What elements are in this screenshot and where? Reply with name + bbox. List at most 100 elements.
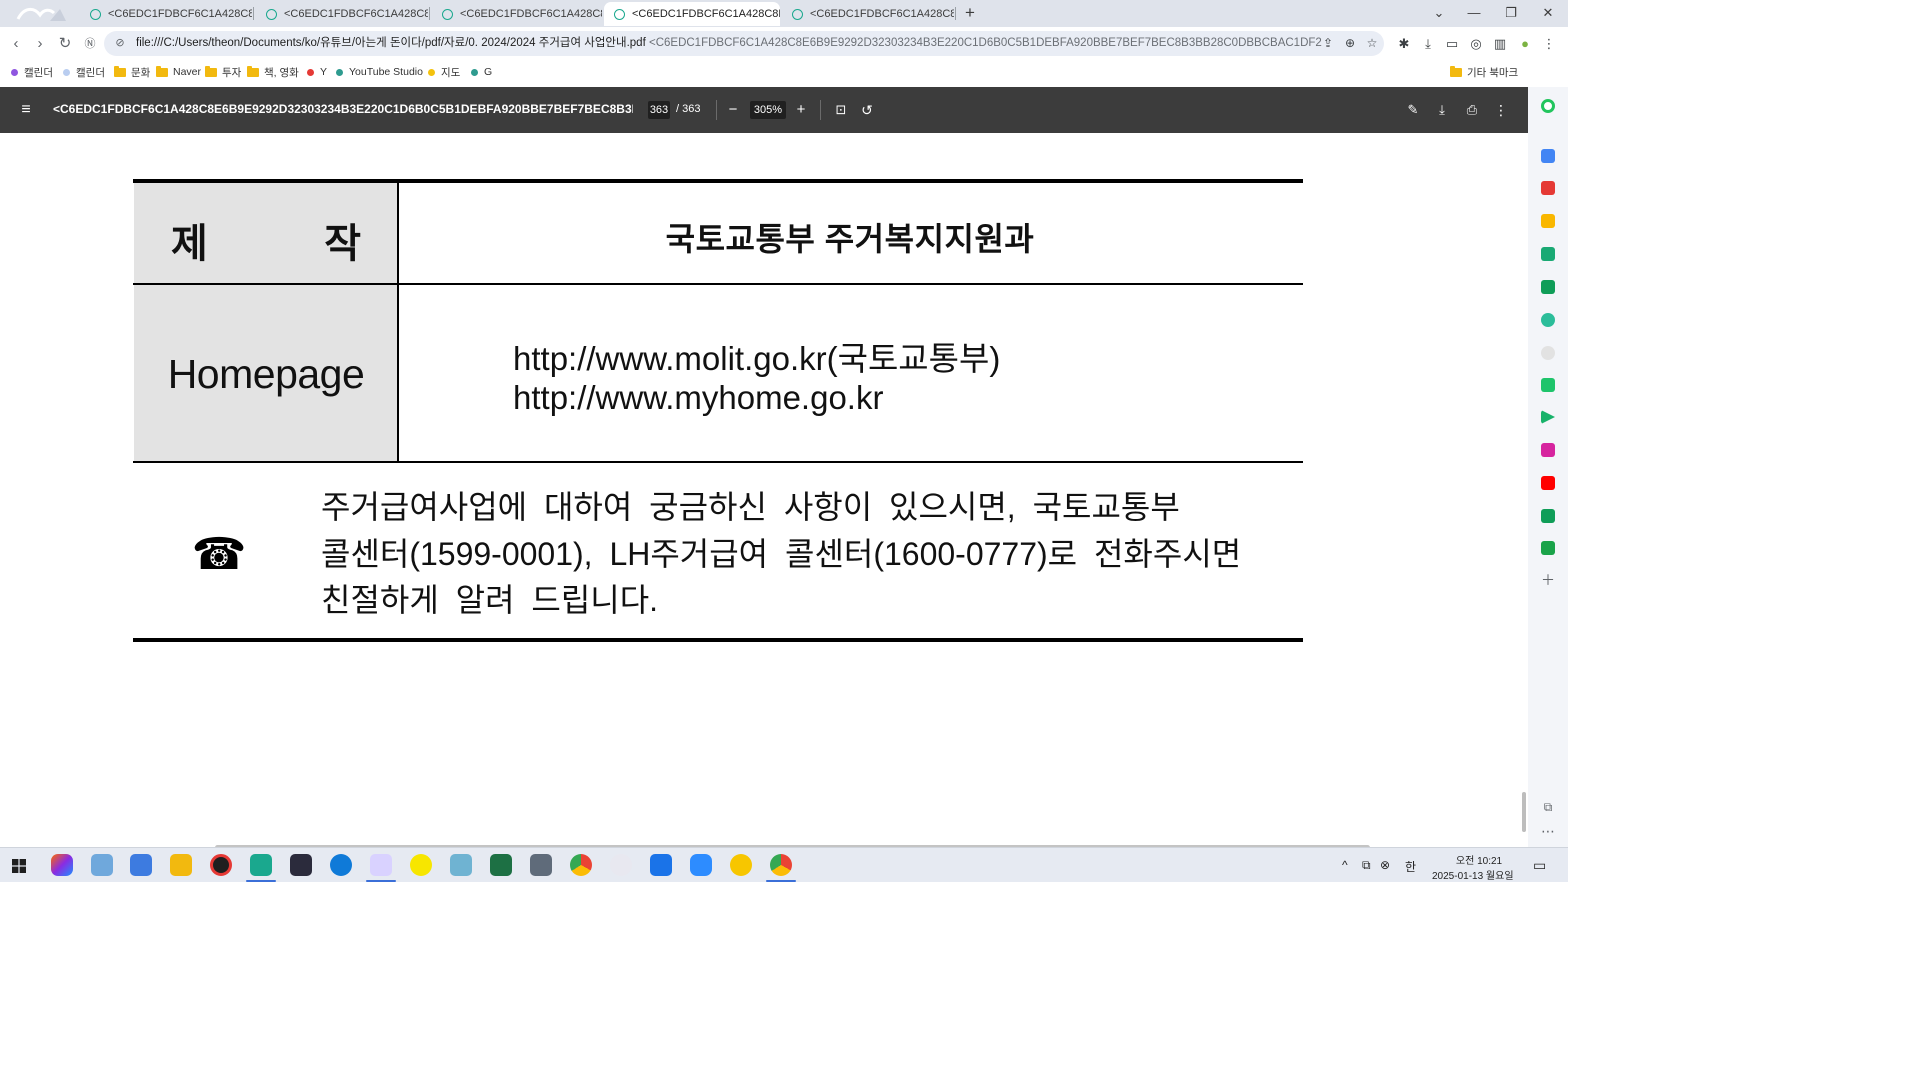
screenshot-icon[interactable]: ◎ bbox=[1466, 34, 1486, 54]
taskbar-app-icon[interactable] bbox=[91, 854, 113, 876]
address-bar[interactable]: ⊘ file:///C:/Users/theon/Documents/ko/유튜… bbox=[104, 31, 1384, 56]
back-button[interactable]: ‹ bbox=[5, 33, 27, 55]
browser-tab[interactable]: <C6EDC1FDBCF6C1A428C8E6 bbox=[782, 2, 954, 26]
kakaotalk-icon[interactable] bbox=[410, 854, 432, 876]
zoom-in-button[interactable]: + bbox=[790, 99, 812, 121]
zoom-out-button[interactable]: − bbox=[722, 99, 744, 121]
reload-button[interactable]: ↻ bbox=[54, 33, 76, 55]
tab-search-chevron-icon[interactable]: ⌄ bbox=[1421, 2, 1457, 24]
taskbar-app-icon[interactable] bbox=[130, 854, 152, 876]
side-panel-youtube-icon[interactable] bbox=[1541, 476, 1555, 490]
taskbar-app-icon[interactable] bbox=[650, 854, 672, 876]
myhome-url-link[interactable]: http://www.myhome.go.kr bbox=[513, 379, 883, 417]
bookmark-folder[interactable]: Naver bbox=[156, 64, 201, 80]
telephone-icon: ☎ bbox=[191, 530, 247, 579]
extensions-icon[interactable]: ✱ bbox=[1394, 34, 1414, 54]
bookmark-item[interactable]: G bbox=[471, 64, 492, 80]
bookmark-item[interactable]: 캘린더 bbox=[63, 64, 105, 80]
media-player-icon[interactable] bbox=[730, 854, 752, 876]
close-window-button[interactable]: ✕ bbox=[1530, 2, 1566, 24]
browser-tab[interactable]: <C6EDC1FDBCF6C1A428C8E6 bbox=[80, 2, 252, 26]
annotate-pen-icon[interactable]: ✎ bbox=[1402, 99, 1424, 121]
browser-tab-active[interactable]: <C6EDC1FDBCF6C1A428C8E6 bbox=[604, 2, 780, 26]
ime-indicator[interactable]: 한 bbox=[1405, 858, 1416, 875]
new-tab-button[interactable]: + bbox=[961, 3, 979, 23]
tray-chevron-up-icon[interactable]: ^ bbox=[1342, 858, 1348, 872]
davinci-icon[interactable] bbox=[290, 854, 312, 876]
tab-favicon-icon bbox=[442, 8, 453, 20]
bookmark-folder[interactable]: 책, 영화 bbox=[247, 64, 299, 80]
zoom-app-icon[interactable] bbox=[690, 854, 712, 876]
vertical-scrollbar[interactable] bbox=[1522, 792, 1526, 832]
side-panel-status-icon[interactable] bbox=[1541, 99, 1555, 113]
print-icon[interactable]: ⎙ bbox=[1461, 99, 1483, 121]
edge-icon[interactable] bbox=[330, 854, 352, 876]
tray-status-icon[interactable]: ⊗ bbox=[1380, 858, 1390, 872]
excel-icon[interactable] bbox=[490, 854, 512, 876]
side-panel-bag-icon[interactable] bbox=[1541, 541, 1555, 555]
bookmark-folder[interactable]: 투자 bbox=[205, 64, 241, 80]
profile-avatar[interactable]: ● bbox=[1515, 34, 1535, 54]
browser-tab[interactable]: <C6EDC1FDBCF6C1A428C8E6 bbox=[256, 2, 428, 26]
side-panel-wave-icon[interactable] bbox=[1541, 509, 1555, 523]
tray-app-icon[interactable]: ⧉ bbox=[1362, 858, 1371, 873]
side-panel-chat-icon[interactable] bbox=[1541, 378, 1555, 392]
pdf-more-options-icon[interactable]: ⋮ bbox=[1490, 99, 1512, 121]
restore-button[interactable]: ❐ bbox=[1493, 2, 1529, 24]
bookmark-item[interactable]: YouTube Studio bbox=[336, 64, 423, 80]
copilot-icon[interactable] bbox=[51, 854, 73, 876]
taskbar-app-icon[interactable] bbox=[450, 854, 472, 876]
side-panel-add-icon[interactable]: ＋ bbox=[1540, 572, 1556, 588]
notification-icon[interactable]: ▭ bbox=[1533, 857, 1546, 874]
side-panel-more-icon[interactable]: ⋯ bbox=[1540, 823, 1556, 839]
bookmark-star-icon[interactable]: ☆ bbox=[1362, 31, 1382, 56]
chrome-icon[interactable] bbox=[770, 854, 792, 876]
bookmark-folder[interactable]: 문화 bbox=[114, 64, 150, 80]
cast-icon[interactable]: ▭ bbox=[1442, 34, 1462, 54]
rotate-icon[interactable]: ↺ bbox=[856, 99, 878, 121]
other-bookmarks-folder[interactable]: 기타 북마크 bbox=[1450, 64, 1518, 80]
side-panel-play-icon[interactable] bbox=[1541, 313, 1555, 327]
browser-toolbar: ‹ › ↻ Ⓝ ⊘ file:///C:/Users/theon/Documen… bbox=[0, 27, 1568, 60]
bookmark-item[interactable]: Y bbox=[307, 64, 327, 80]
side-panel-star-icon[interactable] bbox=[1541, 214, 1555, 228]
calendar-purple-icon bbox=[11, 68, 18, 76]
taskbar-active-app-icon[interactable] bbox=[250, 854, 272, 876]
record-icon[interactable] bbox=[210, 854, 232, 876]
side-panel-icon[interactable]: ▥ bbox=[1490, 34, 1510, 54]
browser-menu-icon[interactable]: ⋮ bbox=[1539, 34, 1559, 54]
side-panel-pocket-icon[interactable] bbox=[1541, 181, 1555, 195]
fit-to-page-icon[interactable]: ⊡ bbox=[830, 99, 852, 121]
side-panel-instagram-icon[interactable] bbox=[1541, 443, 1555, 457]
extension-n-icon[interactable]: Ⓝ bbox=[79, 33, 101, 55]
site-info-icon[interactable]: ⊘ bbox=[112, 31, 128, 56]
page-number-input[interactable]: 363 bbox=[648, 101, 670, 119]
molit-url-link[interactable]: http://www.molit.go.kr(국토교통부) bbox=[513, 332, 1000, 380]
calculator-icon[interactable] bbox=[530, 854, 552, 876]
minimize-button[interactable]: — bbox=[1456, 2, 1492, 24]
paint-icon[interactable] bbox=[370, 854, 392, 876]
chrome-icon[interactable] bbox=[570, 854, 592, 876]
map-dot-icon bbox=[428, 68, 435, 76]
pdf-sidebar-menu-icon[interactable]: ≡ bbox=[17, 101, 35, 119]
browser-tab[interactable]: <C6EDC1FDBCF6C1A428C8E6 bbox=[432, 2, 602, 26]
file-explorer-icon[interactable] bbox=[170, 854, 192, 876]
windows-start-icon[interactable] bbox=[12, 859, 26, 873]
download-icon[interactable]: ⤓ bbox=[1418, 34, 1438, 54]
forward-button[interactable]: › bbox=[29, 33, 51, 55]
share-icon[interactable]: ⇪ bbox=[1318, 31, 1338, 56]
clock-time[interactable]: 오전 10:21 bbox=[1450, 852, 1508, 867]
snipping-tool-icon[interactable] bbox=[610, 854, 632, 876]
bookmark-item[interactable]: 캘린더 bbox=[11, 64, 53, 80]
side-panel-sheet-icon[interactable] bbox=[1541, 280, 1555, 294]
side-panel-forward-icon[interactable] bbox=[1541, 410, 1555, 424]
pdf-download-icon[interactable]: ⤓ bbox=[1431, 99, 1453, 121]
zoom-icon[interactable]: ⊕ bbox=[1340, 31, 1360, 56]
clock-date[interactable]: 2025-01-13 월요일 bbox=[1432, 867, 1514, 882]
zoom-level-input[interactable]: 305% bbox=[750, 101, 786, 119]
bookmark-item[interactable]: 지도 bbox=[428, 64, 460, 80]
side-panel-ai-icon[interactable] bbox=[1541, 346, 1555, 360]
side-panel-browser-icon[interactable] bbox=[1541, 247, 1555, 261]
side-panel-app-icon[interactable] bbox=[1541, 149, 1555, 163]
open-external-icon[interactable]: ⧉ bbox=[1540, 799, 1556, 815]
